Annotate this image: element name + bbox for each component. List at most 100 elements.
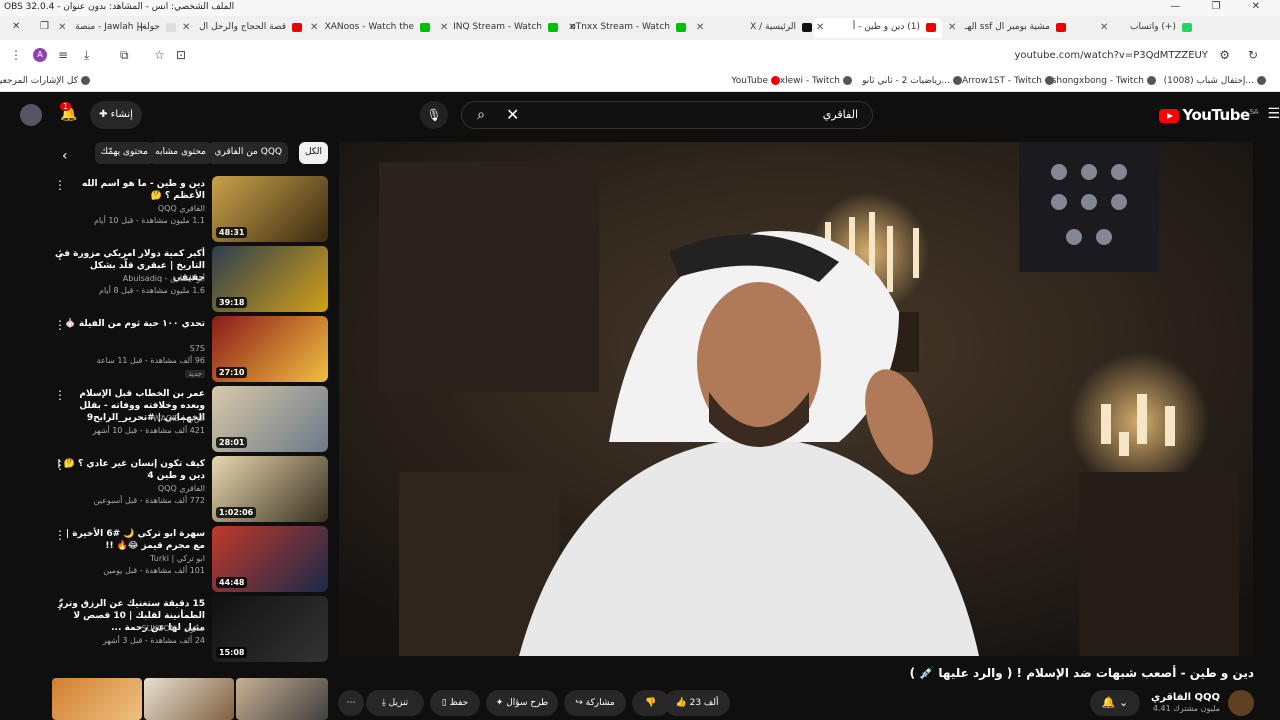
browser-tab[interactable]: ✕ (1) دين و طين - أ <box>814 18 942 38</box>
filter-chip[interactable]: محتوى مشابه <box>149 142 212 164</box>
channel-name[interactable]: الفاقري QQQ <box>158 204 205 213</box>
more-options-icon[interactable]: ⋮ <box>54 458 66 472</box>
search-input[interactable]: الفاقري <box>823 108 858 121</box>
channel-name[interactable]: الفاقري QQQ <box>1151 692 1220 703</box>
browser-tab[interactable]: ✕ جولة | Jawlah - منصة <box>56 18 182 38</box>
video-title[interactable]: دين و طين - ما هو اسم الله الأعظم ؟ 🤔 <box>55 178 205 202</box>
shelf-thumb[interactable] <box>144 678 234 720</box>
bookmark-item[interactable]: xlewi - Twitch <box>780 76 852 86</box>
shelf-thumb[interactable] <box>52 678 142 720</box>
like-button[interactable]: 👍 23 ألف <box>664 690 730 716</box>
channel-name[interactable]: أبو الصادق - Abulsadiq <box>123 274 205 283</box>
video-player[interactable] <box>339 142 1253 656</box>
shelf-thumb[interactable] <box>236 678 328 720</box>
video-title[interactable]: سهرة ابو تركي 🌙 #6 الأخيرة | مع مجرم قيم… <box>55 528 205 552</box>
subscribed-bell-button[interactable]: 🔔 ⌄ <box>1090 690 1140 716</box>
browser-tab[interactable]: ✕ قصة الحجاج والرحل ال <box>180 18 308 38</box>
more-options-icon[interactable]: ⋮ <box>54 248 66 262</box>
more-options-icon[interactable]: ⋮ <box>54 318 66 332</box>
extensions-icon[interactable]: ⧉ <box>120 48 129 63</box>
browser-tab[interactable]: ✕ مشية بومبر ال ssf الهـ <box>946 18 1072 38</box>
url-field[interactable]: youtube.com/watch?v=P3QdMTZZEUY <box>1014 50 1208 61</box>
tab-list-icon[interactable]: ❐ <box>40 21 49 32</box>
channel-name[interactable]: S7S <box>190 344 205 353</box>
channel-name[interactable]: الرابع | WAQIE <box>153 414 205 423</box>
notifications-icon[interactable]: 🔔 1 <box>60 102 77 122</box>
more-options-icon[interactable]: ⋮ <box>54 388 66 402</box>
recommendation-item[interactable]: 27:10 تحدي ١٠٠ حبة ثوم من الفيلة 🧄 S7S 96 أ… <box>50 316 330 382</box>
more-options-icon[interactable]: ⋮ <box>54 528 66 542</box>
profile-avatar[interactable]: A <box>33 48 47 62</box>
video-title[interactable]: كيف تكون إنسان غير عادي ؟ 🤔 | دين و طين … <box>55 458 205 482</box>
video-meta: 96 ألف مشاهدة - قبل 11 ساعة <box>96 356 205 365</box>
tab-close-icon[interactable]: ✕ <box>440 22 448 33</box>
more-actions-icon[interactable]: ⋯ <box>338 690 364 716</box>
video-thumbnail[interactable]: 15:08 <box>212 596 328 662</box>
search-icon[interactable]: ⌕ <box>461 101 501 129</box>
recommendation-item[interactable]: 1:02:06 كيف تكون إنسان غير عادي ؟ 🤔 | دين… <box>50 456 330 522</box>
ask-button[interactable]: ✦ طرح سؤال <box>486 690 558 716</box>
more-options-icon[interactable]: ⋮ <box>54 598 66 612</box>
share-button[interactable]: ↪ مشاركة <box>564 690 626 716</box>
site-info-icon[interactable]: ⚙ <box>1219 48 1230 62</box>
save-button[interactable]: ▯ حفظ <box>430 690 480 716</box>
account-avatar[interactable] <box>20 104 42 126</box>
tab-close-icon[interactable]: ✕ <box>182 22 190 33</box>
more-options-icon[interactable]: ⋮ <box>54 178 66 192</box>
bookmark-star-icon[interactable]: ☆ <box>154 48 165 62</box>
filter-chip[interactable]: الكل <box>298 142 328 164</box>
recommendation-item[interactable]: 48:31 دين و طين - ما هو اسم الله الأعظم ؟… <box>50 176 330 242</box>
reading-list-icon[interactable]: ≡ <box>58 48 68 62</box>
menu-dots-icon[interactable]: ⋮ <box>10 48 22 62</box>
channel-name[interactable]: سكون - SUKOON <box>142 624 205 633</box>
all-bookmarks-folder[interactable]: كل الإشارات المرجعية <box>0 76 90 86</box>
video-thumbnail[interactable]: 44:48 <box>212 526 328 592</box>
recommendation-item[interactable]: 15:08 15 دقيقة ستغنيك عن الرزق وترزّ الطم… <box>50 596 330 662</box>
clear-search-icon[interactable]: ✕ <box>506 105 519 124</box>
recommendation-item[interactable]: 44:48 سهرة ابو تركي 🌙 #6 الأخيرة | مع مجر… <box>50 526 330 592</box>
video-thumbnail[interactable]: 48:31 <box>212 176 328 242</box>
video-thumbnail[interactable]: 1:02:06 <box>212 456 328 522</box>
video-thumbnail[interactable]: 39:18 <box>212 246 328 312</box>
reload-icon[interactable]: ↻ <box>1248 48 1258 62</box>
globe-icon <box>1257 76 1266 85</box>
bookmark-item[interactable]: YouTube <box>731 76 780 86</box>
mic-icon[interactable]: 🎙 <box>420 101 448 129</box>
channel-name[interactable]: ابو تركي | Turki <box>150 554 205 563</box>
tab-close-icon[interactable]: ✕ <box>696 22 704 33</box>
browser-tab[interactable]: ✕ XANoos - Watch the <box>308 18 436 38</box>
filter-chip[interactable]: محتوى يهمّك <box>94 142 154 164</box>
tab-close-icon[interactable]: ✕ <box>310 22 318 33</box>
window-controls[interactable]: — ❐ ✕ <box>1170 1 1274 12</box>
youtube-logo[interactable]: YouTubeSA <box>1159 106 1259 124</box>
video-title[interactable]: تحدي ١٠٠ حبة ثوم من الفيلة 🧄 <box>55 318 205 330</box>
recommendation-item[interactable]: 28:01 عمر بن الخطاب قبل الإسلام وبعده وخل… <box>50 386 330 452</box>
browser-tab[interactable]: ✕ (+) واتساب <box>1098 18 1198 38</box>
video-thumbnail[interactable]: 27:10 <box>212 316 328 382</box>
browser-tab[interactable]: ✕ INQ Stream - Watch <box>438 18 564 38</box>
browser-tab[interactable]: ✕ الرئيسية / X <box>694 18 818 38</box>
hamburger-menu-icon[interactable]: ☰ <box>1267 106 1280 122</box>
browser-tab[interactable]: ✕ oTnxx Stream - Watch <box>566 18 692 38</box>
tab-close-icon[interactable]: ✕ <box>948 22 956 33</box>
search-box[interactable]: الفاقري ✕ <box>461 101 873 129</box>
cast-icon[interactable]: ⊡ <box>176 48 186 62</box>
download-icon[interactable]: ⤓ <box>84 48 89 63</box>
tab-close-icon[interactable]: ✕ <box>12 21 20 32</box>
channel-avatar[interactable] <box>1228 690 1254 716</box>
dislike-button[interactable]: 👎 <box>632 690 670 716</box>
create-button[interactable]: ✚ إنشاء <box>90 101 142 129</box>
tab-close-icon[interactable]: ✕ <box>58 22 66 33</box>
tab-close-icon[interactable]: ✕ <box>1100 22 1108 33</box>
download-button[interactable]: ⤓ تنزيل <box>366 690 424 716</box>
bookmark-item[interactable]: shongxbong - Twitch <box>1052 76 1156 86</box>
globe-icon <box>953 76 962 85</box>
bookmark-item[interactable]: رياضيات 2 - ثاني ثانو... <box>862 76 962 86</box>
filter-chip[interactable]: من الفاقري QQQ <box>208 142 288 164</box>
channel-name[interactable]: الفاقري QQQ <box>158 484 205 493</box>
bookmark-item[interactable]: Arrow1ST - Twitch <box>962 76 1054 86</box>
bookmark-label: رياضيات 2 - ثاني ثانو... <box>862 76 950 86</box>
video-thumbnail[interactable]: 28:01 <box>212 386 328 452</box>
recommendation-item[interactable]: 39:18 أكبر كمية دولار امريكي مزورة في الت… <box>50 246 330 312</box>
bookmark-item[interactable]: (1008) إحتفال شباب... <box>1164 76 1266 86</box>
